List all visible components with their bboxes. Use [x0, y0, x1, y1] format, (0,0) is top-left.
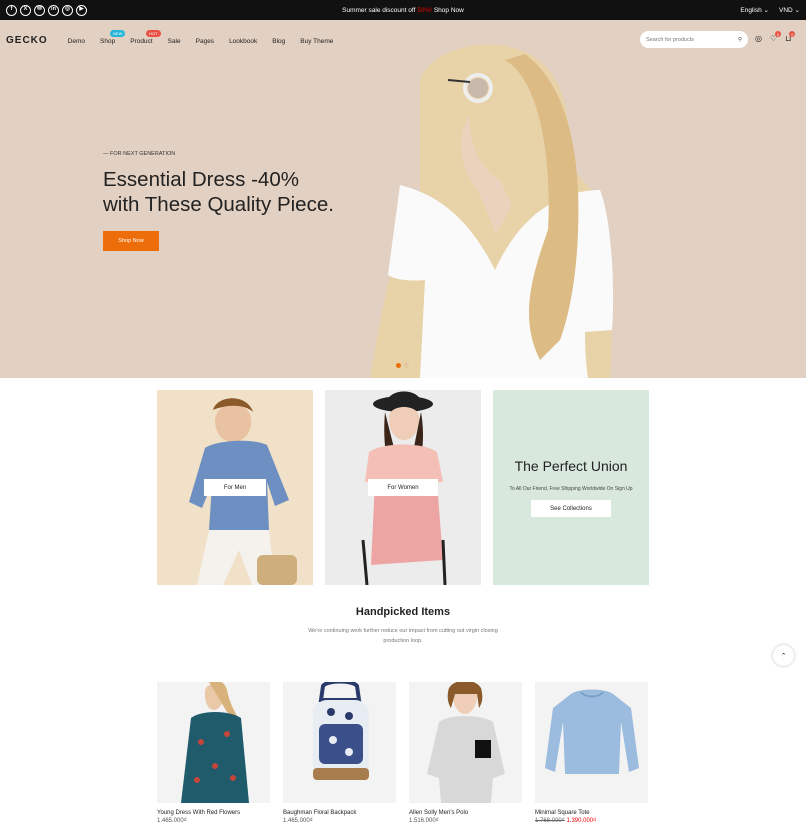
language-select[interactable]: English ⌄	[740, 6, 769, 14]
product-grid: Young Dress With Red Flowers 1.465.000₫ …	[157, 682, 648, 824]
product-name[interactable]: Allen Solly Men's Polo	[409, 810, 522, 816]
nav-item-buy-theme[interactable]: Buy Theme	[300, 38, 333, 45]
collection-tiles: For Men For Women The Perfect Union To A…	[157, 390, 649, 585]
nav-item-label: Sale	[167, 37, 181, 45]
product-image[interactable]	[535, 682, 648, 803]
nav-item-label: Product	[130, 37, 153, 45]
product-card[interactable]: Baughman Floral Backpack 1.465.000₫	[283, 682, 396, 824]
product-price: 1.516.000₫	[409, 818, 439, 824]
floral-shirt-image	[181, 682, 249, 803]
hero-banner: — FOR NEXT GENERATION Essential Dress -4…	[0, 20, 806, 378]
search-box: ⚲	[640, 31, 748, 48]
x-twitter-icon[interactable]: X	[20, 4, 31, 16]
search-input[interactable]	[646, 36, 726, 43]
nav-item-shop[interactable]: Shop NEW	[100, 29, 126, 45]
product-image[interactable]	[409, 682, 522, 803]
locale-switchers: English ⌄ VND ⌄	[740, 6, 800, 14]
facebook-icon[interactable]: f	[6, 4, 17, 16]
nav-item-pages[interactable]: Pages	[196, 38, 214, 45]
for-men-button[interactable]: For Men	[204, 479, 266, 496]
youtube-icon[interactable]: ▶	[76, 4, 87, 16]
pinterest-icon[interactable]: ◎	[62, 4, 73, 16]
product-name[interactable]: Minimal Square Tote	[535, 810, 648, 816]
product-price: 1.465.000₫	[283, 818, 313, 824]
hero-copy: — FOR NEXT GENERATION Essential Dress -4…	[103, 151, 334, 251]
chevron-down-icon: ⌄	[763, 7, 769, 14]
polo-image	[427, 682, 505, 803]
social-links: f X ✉ in ◎ ▶	[6, 4, 87, 16]
new-badge: NEW	[110, 29, 126, 37]
scroll-to-top-button[interactable]: ⌃	[773, 645, 794, 666]
announcement-bar: f X ✉ in ◎ ▶ Summer sale discount off 50…	[0, 0, 806, 20]
site-header: GECKO Demo Shop NEW Product HOT Sale Pages…	[0, 20, 806, 60]
hot-badge: HOT	[146, 29, 161, 37]
main-nav: Demo Shop NEW Product HOT Sale Pages Lookb…	[68, 29, 333, 45]
nav-item-lookbook[interactable]: Lookbook	[229, 38, 257, 45]
wishlist-icon[interactable]: ♡ 0	[770, 31, 782, 43]
header-actions: ◎ ♡ 0 ⊔ 0	[755, 31, 796, 43]
slider-dot-1[interactable]	[396, 363, 401, 368]
promo-percent: 50%!	[417, 6, 433, 14]
handpicked-subtitle: We're continuing work further reduce our…	[308, 628, 498, 644]
product-price: 1.465.000₫	[157, 818, 187, 824]
nav-item-label: Lookbook	[229, 37, 258, 45]
nav-item-sale[interactable]: Sale	[168, 38, 181, 45]
nav-item-label: Blog	[272, 37, 286, 45]
men-collection-tile[interactable]: For Men	[157, 390, 313, 585]
email-icon[interactable]: ✉	[34, 4, 45, 16]
product-old-price: 1.768.000₫	[535, 818, 565, 824]
linkedin-icon[interactable]: in	[48, 4, 59, 16]
currency-label: VND	[779, 7, 793, 14]
union-text: To All Our Friend, Free Shipping Worldwi…	[509, 486, 633, 492]
promo-text: Summer sale discount off	[342, 6, 416, 14]
product-card[interactable]: Minimal Square Tote 1.768.000₫ 1.390.000…	[535, 682, 648, 824]
hero-eyebrow: — FOR NEXT GENERATION	[103, 151, 176, 157]
wishlist-count: 0	[775, 31, 782, 37]
language-label: English	[740, 7, 762, 14]
promo-message: Summer sale discount off 50%! Shop Now	[0, 7, 806, 14]
nav-item-label: Demo	[67, 37, 86, 45]
backpack-image	[313, 682, 369, 780]
product-name[interactable]: Young Dress With Red Flowers	[157, 810, 270, 816]
chevron-up-icon: ⌃	[780, 652, 787, 660]
hero-headline-line-2: with These Quality Piece.	[103, 193, 334, 216]
nav-item-label: Buy Theme	[300, 37, 334, 45]
nav-item-demo[interactable]: Demo	[68, 38, 85, 45]
chevron-down-icon: ⌄	[794, 7, 800, 14]
search-icon[interactable]: ⚲	[738, 37, 742, 43]
cart-count: 0	[789, 31, 796, 37]
nav-item-blog[interactable]: Blog	[272, 38, 285, 45]
slider-dot-2[interactable]	[404, 363, 409, 368]
account-icon[interactable]: ◎	[755, 34, 762, 43]
promo-shop-link[interactable]: Shop Now	[434, 7, 464, 14]
product-name[interactable]: Baughman Floral Backpack	[283, 810, 396, 816]
product-card[interactable]: Allen Solly Men's Polo 1.516.000₫	[409, 682, 522, 824]
product-image[interactable]	[157, 682, 270, 803]
nav-item-label: Shop	[100, 37, 116, 45]
currency-select[interactable]: VND ⌄	[779, 6, 800, 14]
see-collections-button[interactable]: See Collections	[531, 500, 611, 517]
hero-headline-line-1: Essential Dress -40%	[103, 168, 299, 191]
sweater-image	[545, 689, 639, 774]
nav-item-product[interactable]: Product HOT	[130, 29, 161, 45]
product-price: 1.768.000₫ 1.390.000₫	[535, 818, 648, 824]
union-title: The Perfect Union	[514, 458, 628, 474]
for-women-button[interactable]: For Women	[368, 479, 438, 496]
product-sale-price: 1.390.000₫	[566, 818, 597, 824]
hero-shop-now-button[interactable]: Shop Now	[103, 231, 159, 251]
women-collection-tile[interactable]: For Women	[325, 390, 481, 585]
nav-item-label: Pages	[195, 37, 215, 45]
product-image[interactable]	[283, 682, 396, 803]
slider-dots	[396, 363, 409, 368]
product-card[interactable]: Young Dress With Red Flowers 1.465.000₫	[157, 682, 270, 824]
cart-icon[interactable]: ⊔ 0	[785, 31, 796, 43]
hero-headline: Essential Dress -40% with These Quality …	[103, 167, 334, 217]
promo-union-tile: The Perfect Union To All Our Friend, Fre…	[493, 390, 649, 585]
handpicked-title: Handpicked Items	[355, 606, 451, 618]
site-logo[interactable]: GECKO	[6, 35, 48, 46]
